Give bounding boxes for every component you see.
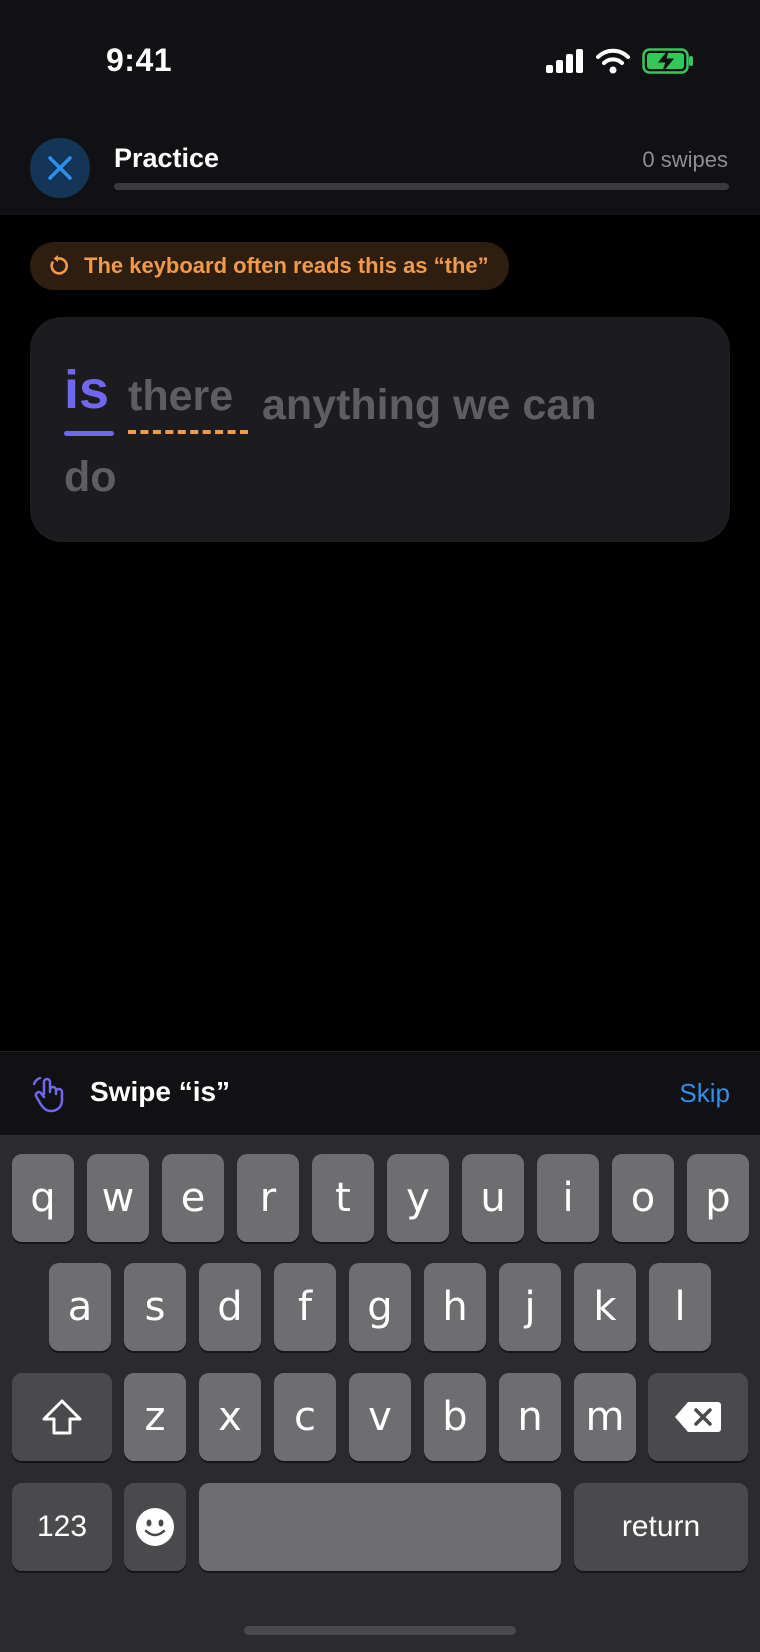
remaining-words-line1: anything we can (262, 381, 597, 429)
key-g[interactable]: g (349, 1263, 411, 1351)
key-j[interactable]: j (499, 1263, 561, 1351)
key-d[interactable]: d (199, 1263, 261, 1351)
key-n[interactable]: n (499, 1373, 561, 1461)
key-m[interactable]: m (574, 1373, 636, 1461)
return-key[interactable]: return (574, 1483, 748, 1571)
active-word-underline (64, 431, 114, 436)
cellular-signal-icon (546, 49, 583, 73)
status-icons (546, 47, 694, 75)
key-z[interactable]: z (124, 1373, 186, 1461)
key-q[interactable]: q (12, 1154, 74, 1242)
backspace-icon (675, 1402, 721, 1432)
emoji-icon (136, 1508, 174, 1546)
space-key[interactable] (199, 1483, 561, 1571)
key-v[interactable]: v (349, 1373, 411, 1461)
key-r[interactable]: r (237, 1154, 299, 1242)
active-word: is (64, 360, 110, 420)
progress-bar (114, 183, 729, 190)
key-x[interactable]: x (199, 1373, 261, 1461)
key-a[interactable]: a (49, 1263, 111, 1351)
key-h[interactable]: h (424, 1263, 486, 1351)
wifi-icon (596, 48, 630, 74)
skip-button[interactable]: Skip (679, 1078, 730, 1109)
key-e[interactable]: e (162, 1154, 224, 1242)
shift-key[interactable] (12, 1373, 112, 1461)
key-u[interactable]: u (462, 1154, 524, 1242)
key-w[interactable]: w (87, 1154, 149, 1242)
close-button[interactable] (30, 138, 90, 198)
numbers-key[interactable]: 123 (12, 1483, 112, 1571)
key-t[interactable]: t (312, 1154, 374, 1242)
battery-charging-icon (642, 48, 693, 74)
key-c[interactable]: c (274, 1373, 336, 1461)
key-y[interactable]: y (387, 1154, 449, 1242)
hint-badge: The keyboard often reads this as “the” (30, 242, 509, 290)
top-header-area: 9:41 Practice 0 swipes (0, 0, 760, 215)
shift-icon (42, 1399, 82, 1435)
key-s[interactable]: s (124, 1263, 186, 1351)
retry-arrow-icon (50, 255, 68, 275)
swipe-counter: 0 swipes (642, 147, 728, 172)
key-l[interactable]: l (649, 1263, 711, 1351)
keyboard: qwertyuiop asdfghjkl zxcvbnm 123 return (0, 1135, 760, 1652)
remaining-words-line2: do (64, 453, 117, 501)
key-o[interactable]: o (612, 1154, 674, 1242)
page-title: Practice (114, 143, 220, 173)
next-word: there (128, 372, 234, 420)
key-f[interactable]: f (274, 1263, 336, 1351)
key-i[interactable]: i (537, 1154, 599, 1242)
delete-key[interactable] (648, 1373, 748, 1461)
close-icon (48, 156, 72, 180)
prompt-text: Swipe “is” (90, 1076, 231, 1107)
emoji-key[interactable] (124, 1483, 186, 1571)
key-b[interactable]: b (424, 1373, 486, 1461)
home-indicator (244, 1626, 516, 1635)
swipe-hand-icon (32, 1076, 64, 1113)
prompt-bar: Swipe “is” Skip (0, 1051, 760, 1136)
sentence-card: is there anything we can do (30, 317, 730, 542)
hint-text: The keyboard often reads this as “the” (84, 253, 489, 278)
key-k[interactable]: k (574, 1263, 636, 1351)
key-p[interactable]: p (687, 1154, 749, 1242)
misread-word-underline (128, 430, 248, 434)
status-time: 9:41 (106, 42, 173, 78)
